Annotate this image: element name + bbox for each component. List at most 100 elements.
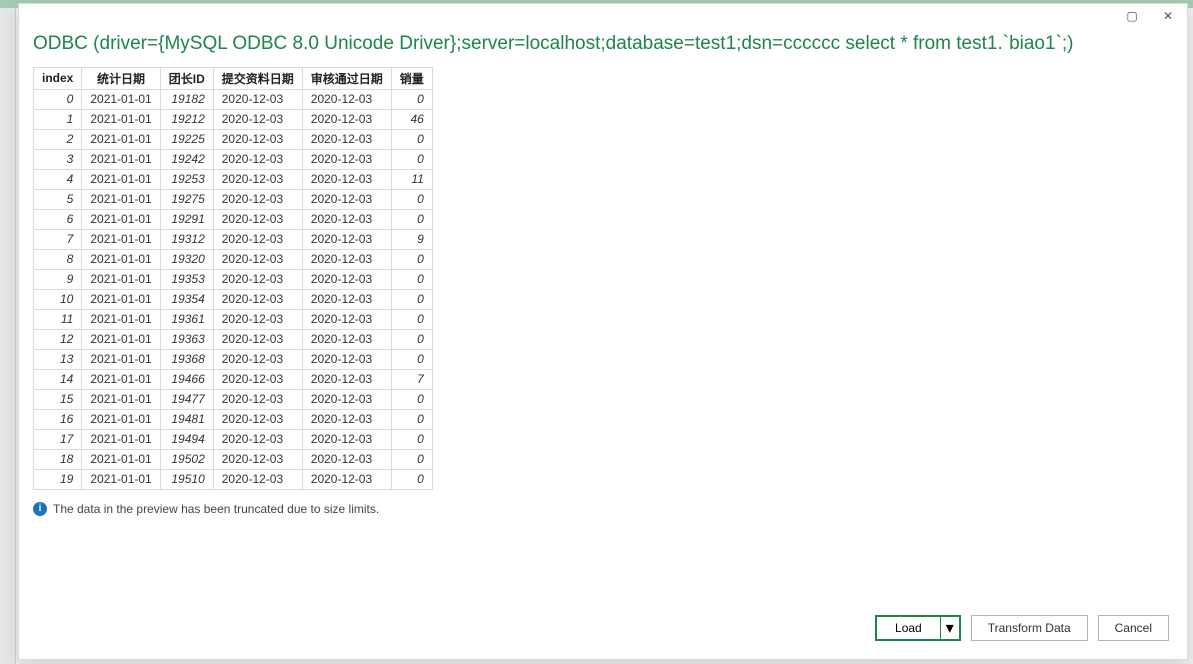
cell-sales: 0 bbox=[391, 209, 432, 229]
cell-submit_date: 2020-12-03 bbox=[213, 329, 302, 349]
cell-approve_date: 2020-12-03 bbox=[302, 209, 391, 229]
cell-index: 4 bbox=[34, 169, 82, 189]
table-row[interactable]: 42021-01-01192532020-12-032020-12-0311 bbox=[34, 169, 433, 189]
cell-submit_date: 2020-12-03 bbox=[213, 429, 302, 449]
cell-approve_date: 2020-12-03 bbox=[302, 449, 391, 469]
cell-submit_date: 2020-12-03 bbox=[213, 89, 302, 109]
cell-stat_date: 2021-01-01 bbox=[82, 369, 160, 389]
cell-stat_date: 2021-01-01 bbox=[82, 409, 160, 429]
restore-window-icon[interactable]: ▢ bbox=[1125, 9, 1139, 23]
cell-stat_date: 2021-01-01 bbox=[82, 169, 160, 189]
cell-leader_id: 19291 bbox=[160, 209, 213, 229]
table-row[interactable]: 82021-01-01193202020-12-032020-12-030 bbox=[34, 249, 433, 269]
cell-leader_id: 19477 bbox=[160, 389, 213, 409]
background-gutter bbox=[0, 8, 16, 664]
cell-submit_date: 2020-12-03 bbox=[213, 349, 302, 369]
cell-leader_id: 19182 bbox=[160, 89, 213, 109]
cell-leader_id: 19481 bbox=[160, 409, 213, 429]
cell-index: 14 bbox=[34, 369, 82, 389]
preview-table: index 统计日期 团长ID 提交资料日期 审核通过日期 销量 0 2021-0… bbox=[33, 67, 433, 490]
table-row[interactable]: 02021-01-01191822020-12-032020-12-030 bbox=[34, 89, 433, 109]
truncation-text: The data in the preview has been truncat… bbox=[53, 502, 379, 516]
table-row[interactable]: 182021-01-01195022020-12-032020-12-030 bbox=[34, 449, 433, 469]
table-row[interactable]: 142021-01-01194662020-12-032020-12-037 bbox=[34, 369, 433, 389]
cell-leader_id: 19242 bbox=[160, 149, 213, 169]
cell-leader_id: 19368 bbox=[160, 349, 213, 369]
cell-stat_date: 2021-01-01 bbox=[82, 329, 160, 349]
cell-index: 19 bbox=[34, 469, 82, 489]
cell-index: 17 bbox=[34, 429, 82, 449]
table-header-row: index 统计日期 团长ID 提交资料日期 审核通过日期 销量 bbox=[34, 67, 433, 89]
table-row[interactable]: 152021-01-01194772020-12-032020-12-030 bbox=[34, 389, 433, 409]
cell-index: 3 bbox=[34, 149, 82, 169]
load-dropdown-button[interactable]: ▾ bbox=[940, 616, 960, 640]
cell-leader_id: 19225 bbox=[160, 129, 213, 149]
cell-stat_date: 2021-01-01 bbox=[82, 469, 160, 489]
table-row[interactable]: 52021-01-01192752020-12-032020-12-030 bbox=[34, 189, 433, 209]
cell-leader_id: 19502 bbox=[160, 449, 213, 469]
cancel-button[interactable]: Cancel bbox=[1098, 615, 1169, 641]
cell-leader_id: 19510 bbox=[160, 469, 213, 489]
table-row[interactable]: 32021-01-01192422020-12-032020-12-030 bbox=[34, 149, 433, 169]
table-row[interactable]: 112021-01-01193612020-12-032020-12-030 bbox=[34, 309, 433, 329]
cell-sales: 0 bbox=[391, 329, 432, 349]
cell-leader_id: 19320 bbox=[160, 249, 213, 269]
cell-approve_date: 2020-12-03 bbox=[302, 269, 391, 289]
cell-submit_date: 2020-12-03 bbox=[213, 449, 302, 469]
transform-data-button[interactable]: Transform Data bbox=[971, 615, 1088, 641]
load-button[interactable]: Load bbox=[876, 616, 940, 640]
cell-stat_date: 2021-01-01 bbox=[82, 189, 160, 209]
cell-leader_id: 19312 bbox=[160, 229, 213, 249]
table-row[interactable]: 132021-01-01193682020-12-032020-12-030 bbox=[34, 349, 433, 369]
cell-approve_date: 2020-12-03 bbox=[302, 349, 391, 369]
cell-index: 10 bbox=[34, 289, 82, 309]
cell-sales: 0 bbox=[391, 189, 432, 209]
close-window-icon[interactable]: ✕ bbox=[1161, 9, 1175, 23]
table-row[interactable]: 22021-01-01192252020-12-032020-12-030 bbox=[34, 129, 433, 149]
col-leader-id[interactable]: 团长ID bbox=[160, 67, 213, 89]
dialog-footer: Load ▾ Transform Data Cancel bbox=[19, 611, 1187, 659]
truncation-note: i The data in the preview has been trunc… bbox=[33, 502, 1173, 516]
cell-index: 12 bbox=[34, 329, 82, 349]
col-stat-date[interactable]: 统计日期 bbox=[82, 67, 160, 89]
table-row[interactable]: 92021-01-01193532020-12-032020-12-030 bbox=[34, 269, 433, 289]
col-index[interactable]: index bbox=[34, 67, 82, 89]
col-sales[interactable]: 销量 bbox=[391, 67, 432, 89]
cell-approve_date: 2020-12-03 bbox=[302, 109, 391, 129]
cell-stat_date: 2021-01-01 bbox=[82, 89, 160, 109]
cell-approve_date: 2020-12-03 bbox=[302, 229, 391, 249]
cell-sales: 46 bbox=[391, 109, 432, 129]
cell-sales: 0 bbox=[391, 249, 432, 269]
table-row[interactable]: 172021-01-01194942020-12-032020-12-030 bbox=[34, 429, 433, 449]
cell-sales: 0 bbox=[391, 469, 432, 489]
col-approve-date[interactable]: 审核通过日期 bbox=[302, 67, 391, 89]
window-titlebar: ▢ ✕ bbox=[19, 4, 1187, 28]
cell-submit_date: 2020-12-03 bbox=[213, 309, 302, 329]
cell-submit_date: 2020-12-03 bbox=[213, 369, 302, 389]
cell-index: 7 bbox=[34, 229, 82, 249]
cell-submit_date: 2020-12-03 bbox=[213, 129, 302, 149]
load-split-button: Load ▾ bbox=[875, 615, 961, 641]
cell-sales: 0 bbox=[391, 89, 432, 109]
cell-stat_date: 2021-01-01 bbox=[82, 229, 160, 249]
col-submit-date[interactable]: 提交资料日期 bbox=[213, 67, 302, 89]
table-row[interactable]: 192021-01-01195102020-12-032020-12-030 bbox=[34, 469, 433, 489]
cell-leader_id: 19212 bbox=[160, 109, 213, 129]
cell-stat_date: 2021-01-01 bbox=[82, 449, 160, 469]
cell-approve_date: 2020-12-03 bbox=[302, 429, 391, 449]
cell-stat_date: 2021-01-01 bbox=[82, 429, 160, 449]
table-row[interactable]: 162021-01-01194812020-12-032020-12-030 bbox=[34, 409, 433, 429]
table-row[interactable]: 12021-01-01192122020-12-032020-12-0346 bbox=[34, 109, 433, 129]
odbc-preview-dialog: ▢ ✕ ODBC (driver={MySQL ODBC 8.0 Unicode… bbox=[18, 3, 1188, 660]
table-row[interactable]: 102021-01-01193542020-12-032020-12-030 bbox=[34, 289, 433, 309]
cell-index: 15 bbox=[34, 389, 82, 409]
table-row[interactable]: 122021-01-01193632020-12-032020-12-030 bbox=[34, 329, 433, 349]
cell-sales: 0 bbox=[391, 349, 432, 369]
cell-approve_date: 2020-12-03 bbox=[302, 369, 391, 389]
cell-sales: 0 bbox=[391, 269, 432, 289]
table-row[interactable]: 62021-01-01192912020-12-032020-12-030 bbox=[34, 209, 433, 229]
cell-approve_date: 2020-12-03 bbox=[302, 469, 391, 489]
table-row[interactable]: 72021-01-01193122020-12-032020-12-039 bbox=[34, 229, 433, 249]
cell-approve_date: 2020-12-03 bbox=[302, 189, 391, 209]
cell-index: 6 bbox=[34, 209, 82, 229]
